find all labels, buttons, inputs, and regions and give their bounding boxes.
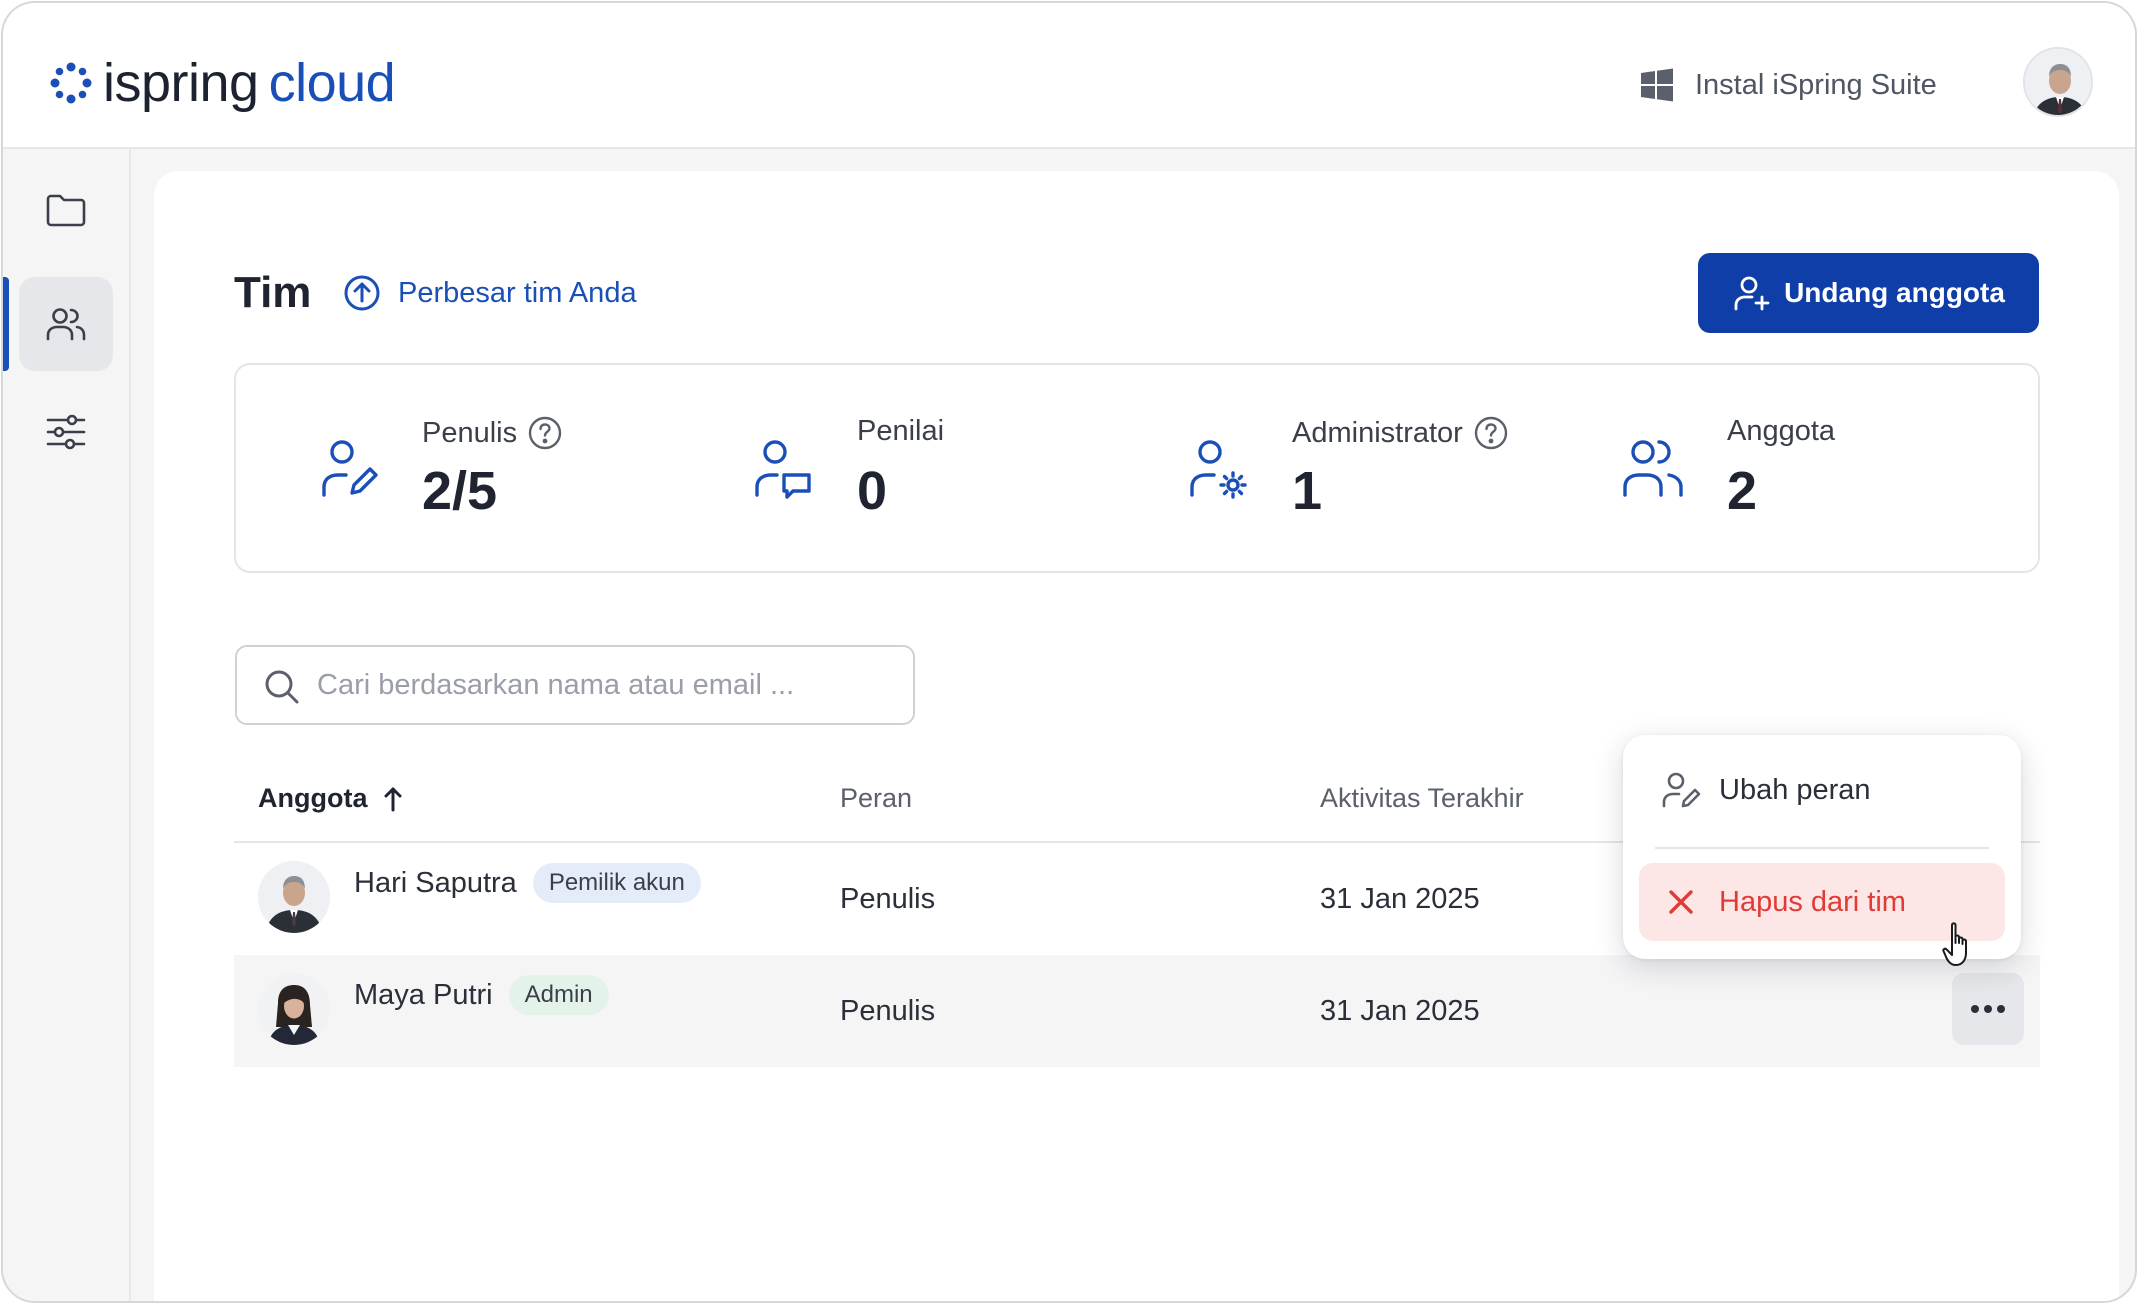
stat-authors-label: Penulis (422, 416, 518, 449)
menu-divider (1655, 847, 1989, 849)
stat-administrators-value: 1 (1292, 461, 1323, 521)
member-role: Penulis (840, 995, 936, 1027)
members-icon (1623, 440, 1683, 497)
sidebar-item-team[interactable] (19, 277, 113, 371)
member-role: Penulis (840, 883, 936, 915)
team-stats-card: Penulis 2/5 Penilai 0 Administrator 1 An… (234, 363, 2040, 573)
member-last-activity: 31 Jan 2025 (1320, 995, 1480, 1027)
avatar (258, 861, 330, 933)
arrow-up-circle-icon (344, 275, 380, 311)
menu-item-change-role-label: Ubah peran (1719, 773, 1871, 806)
logo-text-ispring: ispring (103, 53, 259, 113)
row-actions-menu: Ubah peran Hapus dari tim (1623, 735, 2021, 959)
app-window: ispring cloud Instal iSpring Suite Tim P… (1, 1, 2137, 1303)
install-ispring-suite-label: Instal iSpring Suite (1695, 68, 1937, 101)
left-sidebar (3, 149, 131, 1301)
status-badge: Pemilik akun (532, 863, 701, 903)
stat-reviewers-value: 0 (857, 461, 888, 521)
stat-members-label-wrap: Anggota (1727, 415, 1835, 448)
stat-administrators-label-wrap: Administrator (1292, 415, 1509, 451)
menu-item-change-role[interactable]: Ubah peran (1639, 751, 2005, 829)
user-edit-icon (1662, 772, 1701, 808)
invite-member-button[interactable]: Undang anggota (1698, 253, 2039, 333)
avatar (258, 973, 330, 1045)
stat-reviewers-label: Penilai (857, 415, 945, 447)
member-name-cell: Maya Putri Admin (354, 975, 609, 1015)
menu-item-remove-label: Hapus dari tim (1719, 885, 1906, 918)
stat-reviewers-label-wrap: Penilai (857, 415, 944, 448)
ispring-logo-icon (50, 62, 92, 104)
member-name: Hari Saputra (354, 866, 517, 899)
table-row[interactable]: Maya Putri Admin Penulis 31 Jan 2025 (234, 955, 2040, 1067)
users-icon (46, 308, 86, 341)
sidebar-active-indicator (3, 277, 9, 371)
user-avatar-image (2025, 49, 2091, 115)
column-member-label: Anggota (258, 783, 368, 813)
column-role-label: Peran (840, 783, 913, 813)
menu-item-remove-from-team[interactable]: Hapus dari tim (1639, 863, 2005, 941)
member-avatar-image (258, 973, 330, 1045)
sliders-icon (46, 414, 86, 450)
sidebar-item-settings[interactable] (19, 385, 113, 479)
logo-text-cloud: cloud (268, 53, 396, 113)
stat-authors-value: 2/5 (422, 461, 498, 521)
close-icon (1669, 890, 1693, 914)
member-last-activity: 31 Jan 2025 (1320, 883, 1480, 915)
user-plus-icon (1734, 276, 1770, 311)
stat-administrators-label: Administrator (1292, 416, 1463, 449)
windows-icon (1641, 68, 1673, 102)
column-header-last-activity[interactable]: Aktivitas Terakhir (1320, 783, 1524, 814)
grow-team-label: Perbesar tim Anda (398, 276, 637, 309)
main-content: Tim Perbesar tim Anda Undang anggota Pen… (154, 171, 2119, 1301)
admin-gear-icon (1190, 440, 1247, 499)
invite-member-label: Undang anggota (1784, 277, 2005, 308)
search-input[interactable] (317, 661, 897, 709)
install-ispring-suite-link[interactable]: Instal iSpring Suite (1639, 63, 1937, 107)
ispring-cloud-logo[interactable]: ispring cloud (47, 51, 396, 115)
row-more-actions-button[interactable] (1952, 973, 2024, 1045)
page-title: Tim (234, 268, 312, 317)
help-icon[interactable] (527, 415, 563, 451)
sidebar-item-folder[interactable] (19, 163, 113, 257)
user-avatar[interactable] (2023, 47, 2093, 117)
stat-members-value: 2 (1727, 461, 1758, 521)
member-search[interactable] (235, 645, 915, 725)
column-header-member[interactable]: Anggota (258, 783, 407, 814)
reviewer-comment-icon (755, 440, 811, 499)
member-name-cell: Hari Saputra Pemilik akun (354, 863, 701, 903)
help-icon[interactable] (1473, 415, 1509, 451)
author-edit-icon (322, 440, 378, 497)
sort-ascending-icon (384, 787, 402, 811)
search-icon (265, 670, 299, 704)
more-horizontal-icon (1971, 1005, 2005, 1013)
folder-icon (46, 194, 86, 227)
top-header: ispring cloud Instal iSpring Suite (3, 3, 2135, 149)
member-avatar-image (258, 861, 330, 933)
grow-team-link[interactable]: Perbesar tim Anda (342, 269, 637, 317)
member-name: Maya Putri (354, 978, 493, 1011)
stat-authors-label-wrap: Penulis (422, 415, 563, 451)
status-badge: Admin (508, 975, 609, 1015)
column-last-activity-label: Aktivitas Terakhir (1320, 783, 1524, 813)
column-header-role[interactable]: Peran (840, 783, 912, 814)
stat-members-label: Anggota (1727, 415, 1836, 447)
